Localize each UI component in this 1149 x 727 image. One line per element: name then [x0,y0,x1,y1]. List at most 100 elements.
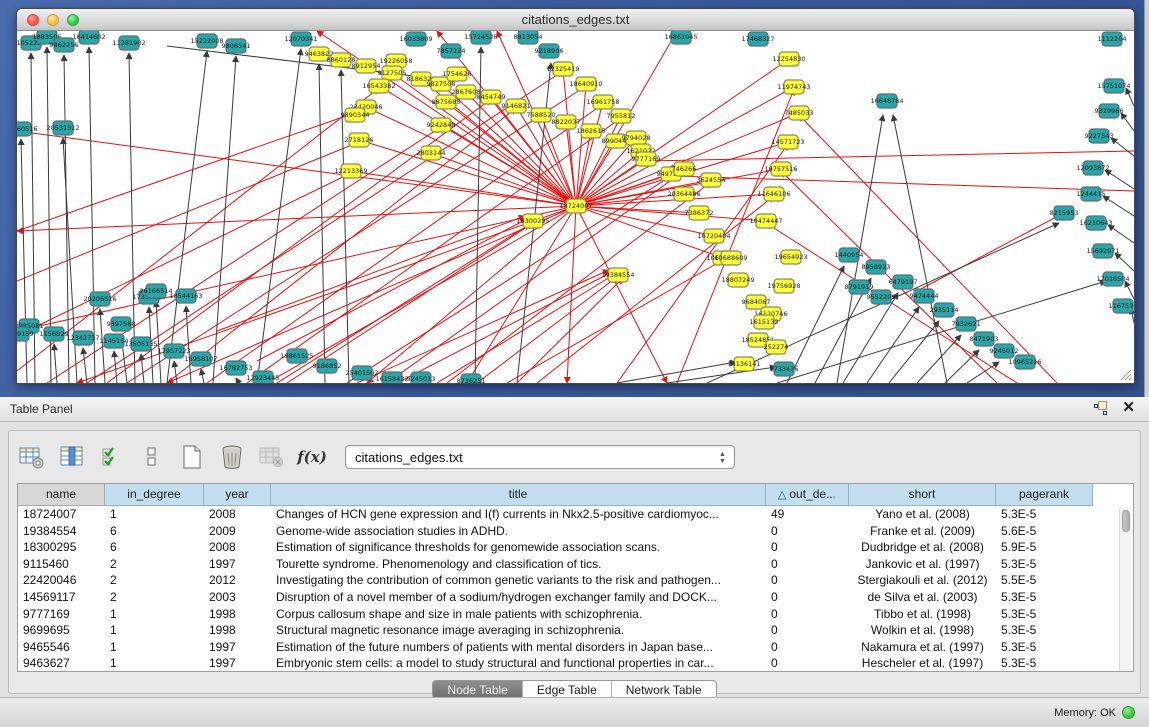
table-row[interactable]: 969969511998Structural magnetic resonanc… [18,622,1133,639]
network-node-yellow[interactable]: 12213369 [334,164,367,178]
show-columns-icon[interactable] [57,442,87,472]
network-node-teal[interactable]: 1112204 [1098,32,1127,46]
network-node-teal[interactable]: 2935114 [930,303,959,317]
network-node-teal[interactable]: 1440954 [835,248,864,262]
network-node-yellow[interactable]: 18807249 [721,273,754,287]
network-node-yellow[interactable]: 8912954 [352,59,381,73]
network-node-yellow[interactable]: 1754626 [443,67,472,81]
table-vertical-scrollbar[interactable] [1119,508,1131,671]
table-row[interactable]: 1456911722003Disruption of a novel membe… [18,589,1133,606]
network-node-teal[interactable]: 16210643 [1079,216,1112,230]
column-header-short[interactable]: short [849,484,996,506]
network-node-teal[interactable]: 16782753 [219,361,252,375]
network-node-yellow[interactable]: 1615132 [750,315,779,329]
network-node-teal[interactable]: 9245013 [407,372,436,383]
network-node-teal[interactable]: 16861045 [664,31,697,44]
table-row[interactable]: 946362711997Embryonic stem cells: a mode… [18,655,1133,672]
network-node-teal[interactable]: 12070341 [284,32,317,46]
network-node-teal[interactable]: 16648784 [870,94,903,108]
tab-node-table[interactable]: Node Table [433,681,523,698]
network-node-teal[interactable]: 8736251 [457,374,486,383]
network-node-yellow[interactable]: 7955812 [607,109,636,123]
network-node-yellow[interactable]: 9875685 [432,95,461,109]
network-node-teal[interactable]: 9186852 [313,359,342,373]
network-node-teal[interactable]: 8791919 [845,280,874,294]
column-header-title[interactable]: title [271,484,766,506]
network-node-teal[interactable]: 26160516 [17,122,38,136]
network-node-teal[interactable]: 15751074 [1097,79,1130,93]
window-resize-grip[interactable] [1118,367,1132,381]
table-row[interactable]: 1938455462009Genome-wide association stu… [18,523,1133,540]
column-header-pagerank[interactable]: pagerank [996,484,1093,506]
network-node-teal[interactable]: 12093872 [1076,161,1109,175]
network-node-teal[interactable]: 15222008 [190,34,223,48]
network-node-teal[interactable]: 11381902 [112,36,145,50]
tab-network-table[interactable]: Network Table [612,681,716,698]
table-row[interactable]: 946554611997Estimation of the future num… [18,639,1133,656]
network-table-select[interactable]: citations_edges.txt ▲▼ [345,445,735,469]
network-node-teal[interactable]: 6479197 [889,275,918,289]
row-height-icon[interactable] [137,442,167,472]
network-node-yellow[interactable]: 9127505 [378,66,407,80]
network-node-teal[interactable]: 9806541 [222,39,251,53]
network-node-yellow[interactable]: 9794028 [622,131,651,145]
table-row[interactable]: 1830029562008Estimation of significance … [18,539,1133,556]
network-node-teal[interactable]: 1733426 [770,362,799,376]
table-row[interactable]: 977716911998Corpus callosum shape and si… [18,606,1133,623]
scrollbar-thumb[interactable] [1122,510,1130,532]
new-table-icon[interactable] [177,442,207,472]
network-node-yellow[interactable]: 12325419 [546,62,579,76]
delete-table-icon[interactable] [257,442,287,472]
network-view-window[interactable]: citations_edges.txt 10522341883506986225… [16,8,1135,384]
network-node-teal[interactable]: 9227343 [1085,129,1114,143]
network-node-yellow[interactable]: 2718126 [345,133,374,147]
network-node-teal[interactable]: 9329966 [1095,104,1124,118]
network-node-yellow[interactable]: 19654923 [774,250,807,264]
network-node-yellow[interactable]: 16961758 [586,95,619,109]
network-node-yellow[interactable]: 18300295 [516,214,549,228]
column-header-name[interactable]: name [18,484,105,506]
network-node-yellow[interactable]: 14136141 [727,357,760,371]
network-node-teal[interactable]: 1167530 [1109,299,1134,313]
network-node-yellow[interactable]: 12254830 [772,52,805,66]
network-node-teal[interactable]: 1156829 [40,327,69,341]
network-node-yellow[interactable]: 19757516 [764,162,797,176]
network-node-yellow[interactable]: 11974743 [777,80,810,94]
network-node-teal[interactable]: 9552209 [867,290,896,304]
table-row[interactable]: 2242004622012Investigating the contribut… [18,572,1133,589]
network-node-yellow[interactable]: 19384554 [601,268,634,282]
network-node-yellow[interactable]: 7485033 [785,106,814,120]
network-node-teal[interactable]: 7857224 [437,44,466,58]
network-node-teal[interactable]: 16033809 [399,32,432,46]
network-canvas[interactable]: 1052234188350698622561641460211381902152… [17,31,1134,383]
network-node-teal[interactable]: 8215953 [1050,206,1079,220]
delete-rows-icon[interactable] [217,442,247,472]
node-table[interactable]: namein_degreeyeartitle△out_de...shortpag… [17,483,1134,672]
network-node-teal[interactable]: 20206516 [83,292,116,306]
network-node-teal[interactable]: 16158432 [375,372,408,383]
network-node-teal[interactable]: 7932621 [952,317,981,331]
network-node-teal[interactable]: 17016504 [1096,272,1129,286]
network-node-teal[interactable]: 8471903 [970,332,999,346]
network-node-yellow[interactable]: 3624554 [697,173,726,187]
network-node-yellow[interactable]: 9890344 [341,108,370,122]
network-node-yellow[interactable]: 1862615 [577,124,606,138]
network-node-yellow[interactable]: 7386372 [685,206,714,220]
column-header-year[interactable]: year [204,484,271,506]
network-node-teal[interactable]: 8813054 [514,31,543,44]
network-node-yellow[interactable]: 9777169 [632,152,661,166]
network-node-yellow[interactable]: 252274 [764,340,789,354]
table-row[interactable]: 1872400712008Changes of HCN gene express… [18,506,1133,523]
network-node-yellow[interactable]: 2803144 [417,146,446,160]
network-node-yellow[interactable]: 14571723 [771,135,804,149]
network-node-teal[interactable]: 9397588 [107,317,136,331]
network-node-yellow[interactable]: 746266 [672,162,697,176]
network-node-yellow[interactable]: 19756928 [767,279,800,293]
network-node-teal[interactable]: 20531312 [46,121,79,135]
select-columns-icon[interactable] [97,442,127,472]
network-node-teal[interactable]: 9218906 [535,44,564,58]
network-node-teal[interactable]: 19861525 [280,349,313,363]
network-node-teal[interactable]: 8958923 [862,260,891,274]
window-titlebar[interactable]: citations_edges.txt [17,9,1134,31]
network-node-yellow[interactable]: 9242848 [427,118,456,132]
